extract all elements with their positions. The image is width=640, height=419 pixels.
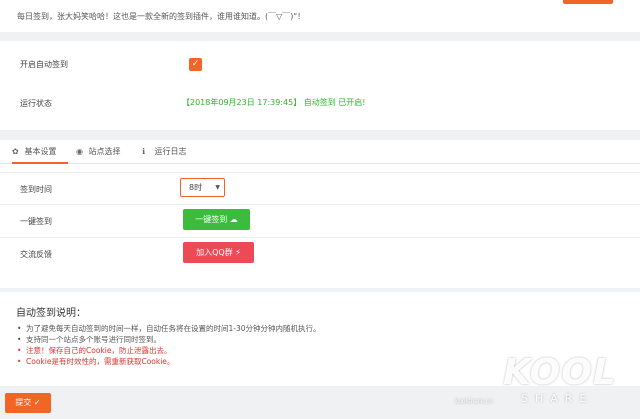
tab-label: 基本设置 [24, 147, 57, 156]
list-item: 注意！保存自己的Cookie，防止泄露出去。 [16, 345, 321, 356]
feedback-label: 交流反馈 [20, 250, 52, 259]
status-panel [0, 41, 640, 130]
tab-bar: ✿ 基本设置 ◉ 站点选择 ℹ 运行日志 [0, 140, 640, 164]
divider [0, 172, 640, 173]
run-status-value: 【2018年09月23日 17:39:45】 自动签到 已开启! [182, 98, 366, 107]
tab-run-log[interactable]: ℹ 运行日志 [142, 140, 198, 164]
signin-time-label: 签到时间 [20, 185, 52, 194]
watermark-share: SHARE [521, 392, 594, 405]
tab-label: 站点选择 [88, 147, 121, 156]
divider [0, 204, 640, 205]
tab-basic-settings[interactable]: ✿ 基本设置 [12, 140, 68, 164]
oneclick-label: 一键签到 [20, 217, 52, 226]
info-icon: ℹ [142, 147, 146, 156]
info-title: 自动签到说明： [16, 308, 86, 319]
chevron-down-icon: ▼ [215, 184, 220, 191]
select-value: 8时 [189, 183, 203, 192]
intro-panel: 每日签到，张大妈笑哈哈！这也是一款全新的签到插件，谁用谁知道。(￣▽￣)"！ [0, 0, 640, 32]
auto-signin-label: 开启自动签到 [20, 60, 68, 69]
tab-label: 运行日志 [154, 147, 187, 156]
intro-text: 每日签到，张大妈笑哈哈！这也是一款全新的签到插件，谁用谁知道。(￣▽￣)"！ [17, 12, 306, 21]
run-status-label: 运行状态 [20, 99, 52, 108]
settings-panel: ✿ 基本设置 ◉ 站点选择 ℹ 运行日志 [0, 140, 640, 288]
list-item: Cookie是有时效性的，需重新获取Cookie。 [16, 356, 321, 367]
top-action-button[interactable] [563, 0, 613, 4]
auto-signin-checkbox[interactable]: ✓ [189, 58, 202, 71]
list-item: 支持同一个站点多个账号进行同时签到。 [16, 334, 321, 345]
gear-icon: ✿ [12, 147, 19, 156]
info-list: 为了避免每天自动签到的时间一样，自动任务将在设置的时间1-30分钟分钟内随机执行… [16, 323, 321, 367]
koolshare-watermark: KOOL SHARE koolshare.cn [455, 352, 638, 412]
tab-site-selection[interactable]: ◉ 站点选择 [76, 140, 132, 164]
watermark-site: koolshare.cn [455, 398, 493, 405]
join-qq-group-button[interactable]: 加入QQ群 ⚡ [183, 242, 254, 263]
globe-icon: ◉ [76, 147, 83, 156]
watermark-logo: KOOL [503, 352, 617, 393]
oneclick-signin-button[interactable]: 一键签到 ☁ [183, 209, 250, 230]
signin-time-select[interactable]: 8时 ▼ [180, 178, 225, 197]
list-item: 为了避免每天自动签到的时间一样，自动任务将在设置的时间1-30分钟分钟内随机执行… [16, 323, 321, 334]
divider [0, 237, 640, 238]
submit-button[interactable]: 提交 ✓ [5, 393, 51, 413]
